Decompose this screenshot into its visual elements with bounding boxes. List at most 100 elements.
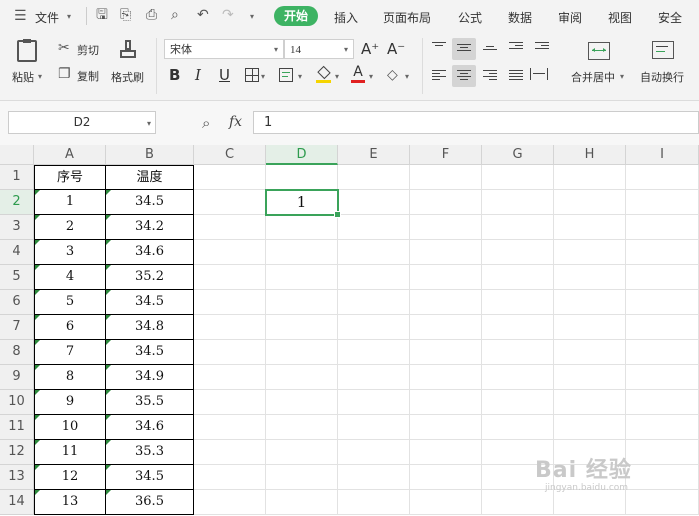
underline-button[interactable]: U [219,67,230,83]
cell-e7[interactable] [338,315,410,340]
cell-f9[interactable] [410,365,482,390]
cell-g8[interactable] [482,340,554,365]
merge-center-button[interactable]: 合并居中 [571,69,615,85]
format-painter-icon[interactable] [120,40,136,60]
cell-g3[interactable] [482,215,554,240]
cell-a3[interactable]: 2 [34,215,106,240]
row-header-11[interactable]: 11 [0,415,34,440]
cell-a11[interactable]: 10 [34,415,106,440]
cell-i10[interactable] [626,390,699,415]
cell-e12[interactable] [338,440,410,465]
cell-g5[interactable] [482,265,554,290]
column-header-a[interactable]: A [34,145,106,165]
clear-dropdown-icon[interactable]: ▾ [405,72,409,81]
cell-d4[interactable] [266,240,338,265]
cell-g1[interactable] [482,165,554,190]
cell-d3[interactable] [266,215,338,240]
row-header-4[interactable]: 4 [0,240,34,265]
export-icon[interactable]: ⎘ [120,8,131,22]
tab-data[interactable]: 数据 [508,9,532,26]
row-header-14[interactable]: 14 [0,490,34,515]
cell-c2[interactable] [194,190,266,215]
font-color-icon[interactable]: A [351,65,365,83]
cell-b14[interactable]: 36.5 [106,490,194,515]
cell-e11[interactable] [338,415,410,440]
cell-e5[interactable] [338,265,410,290]
cell-b1[interactable]: 温度 [106,165,194,190]
fill-handle[interactable] [334,211,341,218]
align-left-icon[interactable] [432,70,446,82]
save-icon[interactable]: 🖫 [96,8,108,22]
shrink-font-button[interactable]: A⁻ [387,41,405,57]
merge-center-icon[interactable] [588,42,610,60]
paste-icon[interactable] [17,39,37,62]
print-preview-icon[interactable]: ⌕ [171,8,179,22]
cell-b8[interactable]: 34.5 [106,340,194,365]
cell-f3[interactable] [410,215,482,240]
cell-style-dropdown-icon[interactable]: ▾ [298,72,302,81]
cell-b5[interactable]: 35.2 [106,265,194,290]
paste-dropdown-icon[interactable]: ▾ [38,72,42,81]
cell-f5[interactable] [410,265,482,290]
column-header-d[interactable]: D [266,145,338,165]
file-menu[interactable]: 文件 [35,9,59,26]
grow-font-button[interactable]: A⁺ [361,41,379,57]
cell-h9[interactable] [554,365,626,390]
eraser-icon[interactable]: ◇ [387,68,398,82]
cell-c14[interactable] [194,490,266,515]
cell-b11[interactable]: 34.6 [106,415,194,440]
borders-dropdown-icon[interactable]: ▾ [261,72,265,81]
column-header-c[interactable]: C [194,145,266,165]
cell-f10[interactable] [410,390,482,415]
cell-c4[interactable] [194,240,266,265]
row-header-13[interactable]: 13 [0,465,34,490]
distributed-align-icon[interactable] [530,68,548,80]
cell-h1[interactable] [554,165,626,190]
tab-security[interactable]: 安全 [658,9,682,26]
cell-h3[interactable] [554,215,626,240]
cell-g7[interactable] [482,315,554,340]
column-header-h[interactable]: H [554,145,626,165]
cell-a13[interactable]: 12 [34,465,106,490]
cell-b4[interactable]: 34.6 [106,240,194,265]
cell-d14[interactable] [266,490,338,515]
cell-d9[interactable] [266,365,338,390]
align-bottom-icon[interactable] [483,42,497,58]
cell-a4[interactable]: 3 [34,240,106,265]
row-header-1[interactable]: 1 [0,165,34,190]
cell-i13[interactable] [626,465,699,490]
cell-i9[interactable] [626,365,699,390]
row-header-3[interactable]: 3 [0,215,34,240]
cell-i5[interactable] [626,265,699,290]
bold-button[interactable]: B [169,67,180,83]
cell-h10[interactable] [554,390,626,415]
cell-i11[interactable] [626,415,699,440]
increase-indent-icon[interactable] [535,42,549,54]
cell-e1[interactable] [338,165,410,190]
cell-f7[interactable] [410,315,482,340]
tab-formulas[interactable]: 公式 [458,9,482,26]
cell-a14[interactable]: 13 [34,490,106,515]
cell-c6[interactable] [194,290,266,315]
cell-h14[interactable] [554,490,626,515]
cell-f12[interactable] [410,440,482,465]
cell-b10[interactable]: 35.5 [106,390,194,415]
cell-e2[interactable] [338,190,410,215]
name-box[interactable]: D2 [8,111,156,134]
cell-h11[interactable] [554,415,626,440]
scissors-icon[interactable]: ✂ [58,41,70,55]
row-header-5[interactable]: 5 [0,265,34,290]
cell-f14[interactable] [410,490,482,515]
cell-i2[interactable] [626,190,699,215]
font-color-dropdown-icon[interactable]: ▾ [369,72,373,81]
cell-b7[interactable]: 34.8 [106,315,194,340]
cell-d7[interactable] [266,315,338,340]
fill-color-dropdown-icon[interactable]: ▾ [335,72,339,81]
wrap-text-button[interactable]: 自动换行 [640,69,684,85]
cell-h2[interactable] [554,190,626,215]
cell-b13[interactable]: 34.5 [106,465,194,490]
tab-insert[interactable]: 插入 [334,9,358,26]
cell-i4[interactable] [626,240,699,265]
align-top-icon[interactable] [432,42,446,54]
column-header-e[interactable]: E [338,145,410,165]
